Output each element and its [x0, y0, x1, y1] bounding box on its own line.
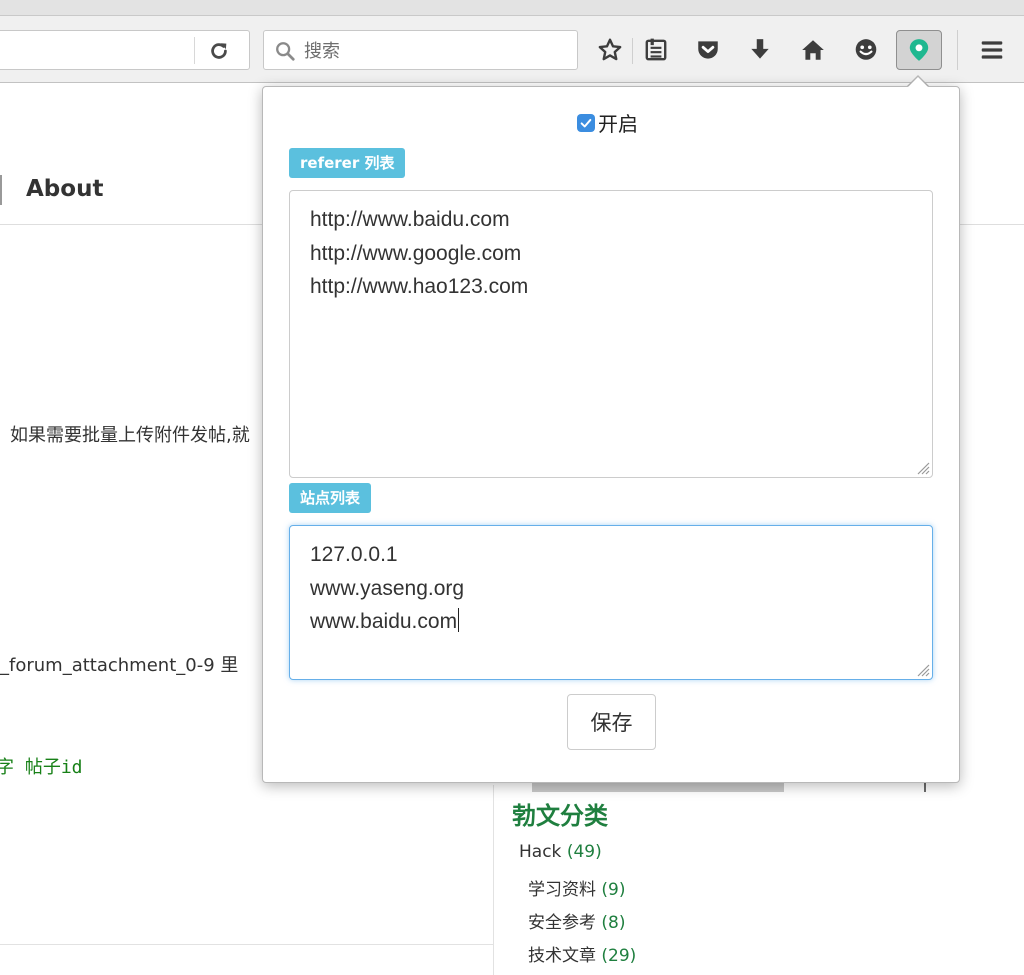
toolbar-separator	[632, 38, 633, 64]
category-name[interactable]: Hack	[519, 842, 561, 862]
site-list-line: www.yaseng.org	[310, 576, 465, 600]
referer-settings-popup: 开启 referer 列表 http://www.baidu.com http:…	[262, 86, 960, 783]
category-item[interactable]: 技术文章 (29)	[528, 941, 636, 966]
site-list-line: www.baidu.com	[310, 605, 912, 639]
category-count: (9)	[601, 880, 626, 900]
resize-grip-icon[interactable]	[914, 459, 930, 475]
site-list-line-text: www.baidu.com	[310, 610, 458, 633]
referer-list-line: http://www.hao123.com	[310, 275, 529, 298]
referer-extension-button[interactable]	[896, 30, 942, 70]
enable-toggle[interactable]: 开启	[577, 108, 638, 137]
location-pin-icon	[909, 39, 929, 61]
category-name[interactable]: 安全参考	[528, 913, 596, 933]
hello-chat-icon[interactable]	[850, 34, 882, 66]
download-icon[interactable]	[744, 34, 776, 66]
resize-grip-icon[interactable]	[914, 661, 930, 677]
search-bar[interactable]	[263, 30, 578, 70]
bookmark-star-icon[interactable]	[594, 34, 626, 66]
sidebar-category-title: 勃文分类	[512, 802, 608, 830]
code-comment: 字 帖子id	[0, 757, 83, 778]
text-caret	[458, 608, 460, 632]
referer-list-textarea[interactable]: http://www.baidu.com http://www.google.c…	[289, 190, 933, 478]
referer-list-line: http://www.baidu.com	[310, 208, 510, 231]
article-text-line: _forum_attachment_0-9 里	[0, 655, 239, 676]
category-name[interactable]: 技术文章	[528, 946, 596, 966]
nav-about-link[interactable]: About	[26, 176, 103, 202]
bookmarks-list-icon[interactable]	[640, 34, 672, 66]
toolbar-separator	[957, 30, 958, 70]
menu-hamburger-icon[interactable]	[976, 34, 1008, 66]
category-count: (8)	[601, 913, 626, 933]
category-name[interactable]: 学习资料	[528, 880, 596, 900]
window-title-strip	[0, 0, 1024, 16]
content-divider	[0, 944, 493, 945]
category-item[interactable]: 安全参考 (8)	[528, 908, 626, 933]
column-divider	[493, 785, 494, 975]
site-list-label: 站点列表	[289, 483, 372, 513]
sidebar-image	[532, 782, 784, 792]
referer-list-label: referer 列表	[289, 148, 406, 178]
article-text-line: 如果需要批量上传附件发帖,就	[10, 425, 250, 446]
pocket-icon[interactable]	[692, 34, 724, 66]
search-icon	[274, 40, 296, 62]
category-item[interactable]: 学习资料 (9)	[528, 875, 626, 900]
browser-toolbar	[0, 16, 1024, 83]
home-icon[interactable]	[797, 34, 829, 66]
popup-arrow-inner	[907, 77, 929, 88]
search-input[interactable]	[304, 39, 564, 63]
url-bar[interactable]	[0, 30, 250, 70]
site-list-textarea[interactable]: 127.0.0.1 www.yaseng.org www.baidu.com	[289, 525, 933, 680]
url-bar-separator	[194, 37, 195, 64]
category-item[interactable]: Hack (49)	[519, 842, 602, 862]
category-count: (49)	[566, 842, 602, 862]
save-button[interactable]: 保存	[567, 694, 656, 750]
enable-checkbox[interactable]	[577, 113, 595, 132]
referer-list-line: http://www.google.com	[310, 241, 522, 265]
site-list-line: 127.0.0.1	[310, 543, 398, 566]
nav-divider	[0, 175, 2, 205]
enable-label: 开启	[598, 112, 638, 136]
sidebar-image-edge	[924, 782, 926, 792]
reload-icon[interactable]	[208, 40, 230, 62]
checkmark-icon	[580, 118, 592, 127]
category-count: (29)	[601, 946, 637, 966]
